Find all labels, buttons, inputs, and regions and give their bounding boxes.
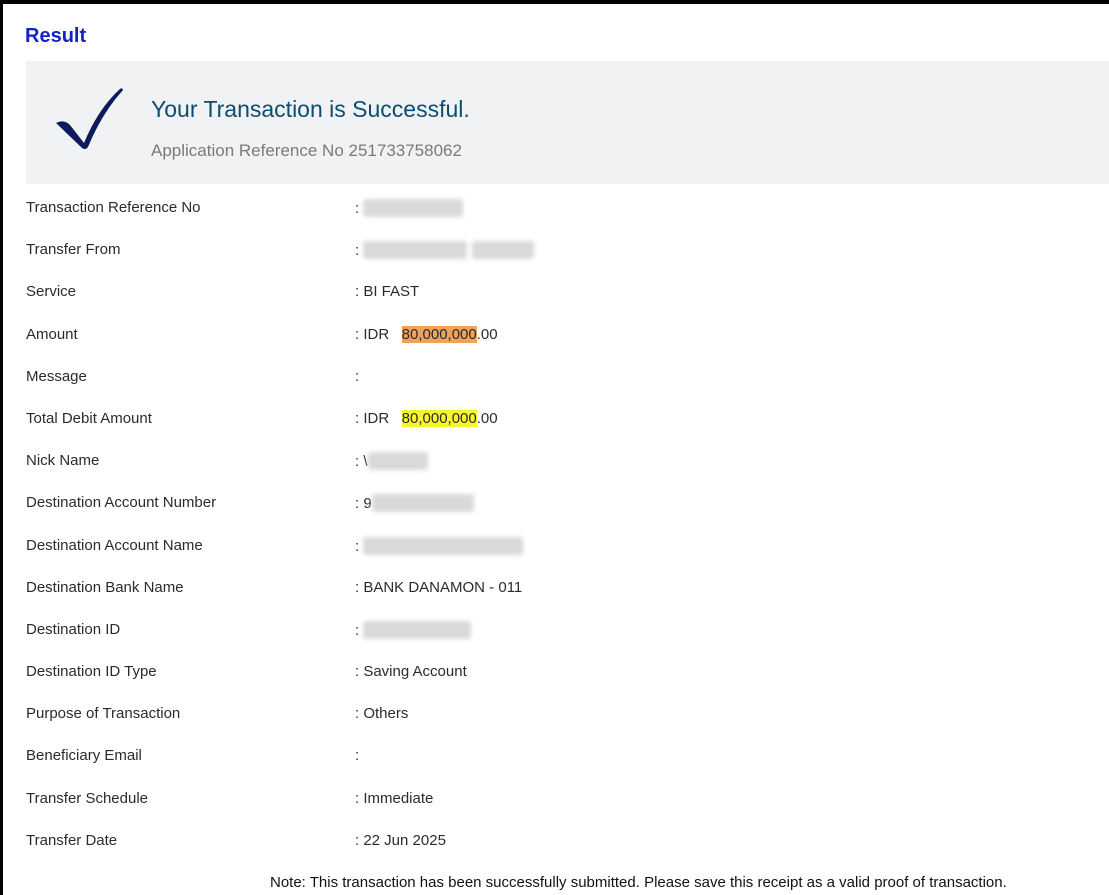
success-panel: Your Transaction is Successful. Applicat… <box>26 61 1109 184</box>
row-value: : IDR 80,000,000.00 <box>355 409 498 427</box>
row-label: Destination Bank Name <box>26 578 184 596</box>
redacted-value <box>371 494 474 513</box>
row-value: : 9 <box>355 494 474 513</box>
detail-row-dest-account-number: Destination Account Number : 9 <box>26 482 1026 524</box>
row-value: : <box>355 747 360 765</box>
row-label: Purpose of Transaction <box>26 705 181 723</box>
row-value: : <box>355 620 472 639</box>
row-value: : IDR 80,000,000.00 <box>355 325 498 343</box>
detail-row-service: Service : BI FAST <box>26 271 1026 313</box>
row-label: Nick Name <box>26 452 100 470</box>
row-value: : BI FAST <box>355 283 420 301</box>
row-value: : <box>355 199 464 217</box>
detail-row-dest-bank-name: Destination Bank Name : BANK DANAMON - 0… <box>26 567 1026 609</box>
row-value: : <box>355 536 524 555</box>
detail-row-dest-account-name: Destination Account Name : <box>26 525 1026 567</box>
detail-row-transfer-schedule: Transfer Schedule : Immediate <box>26 778 1026 820</box>
redacted-value <box>367 452 428 471</box>
row-value: : Saving Account <box>355 663 467 681</box>
transaction-details: Transaction Reference No : Transfer From… <box>26 187 1026 862</box>
redacted-value <box>363 536 524 555</box>
detail-row-message: Message : <box>26 356 1026 398</box>
row-label: Total Debit Amount <box>26 409 152 427</box>
row-value: : 22 Jun 2025 <box>355 831 446 849</box>
row-label: Beneficiary Email <box>26 747 142 765</box>
row-label: Destination ID <box>26 620 121 638</box>
detail-row-amount: Amount : IDR 80,000,000.00 <box>26 314 1026 356</box>
row-label: Transfer Date <box>26 831 118 849</box>
row-value: : BANK DANAMON - 011 <box>355 578 523 596</box>
detail-row-nick-name: Nick Name : \ <box>26 440 1026 482</box>
row-label: Transfer From <box>26 241 121 259</box>
total-debit-highlight: 80,000,000 <box>401 409 477 427</box>
row-label: Transaction Reference No <box>26 199 201 216</box>
row-label: Service <box>26 283 77 301</box>
detail-row-destination-id: Destination ID : <box>26 609 1026 651</box>
success-message: Your Transaction is Successful. <box>151 96 470 122</box>
row-label: Message <box>26 367 87 385</box>
row-value: : Immediate <box>355 789 434 807</box>
redacted-value <box>363 620 472 639</box>
amount-highlight: 80,000,000 <box>401 325 477 343</box>
detail-row-destination-id-type: Destination ID Type : Saving Account <box>26 651 1026 693</box>
detail-row-beneficiary-email: Beneficiary Email : <box>26 735 1026 777</box>
checkmark-icon <box>56 88 123 149</box>
redacted-value <box>363 199 464 217</box>
row-value: : Others <box>355 705 409 723</box>
row-value: : <box>355 241 534 260</box>
redacted-value <box>363 241 468 260</box>
page-title: Result <box>25 25 87 47</box>
receipt-note: Note: This transaction has been successf… <box>270 874 1007 891</box>
row-label: Transfer Schedule <box>26 789 149 807</box>
row-label: Destination Account Name <box>26 536 203 554</box>
detail-row-total-debit: Total Debit Amount : IDR 80,000,000.00 <box>26 398 1026 440</box>
row-value: : \ <box>355 452 428 471</box>
detail-row-transfer-from: Transfer From : <box>26 229 1026 271</box>
redacted-value <box>471 241 534 260</box>
receipt-frame: Result Your Transaction is Successful. A… <box>3 4 1109 895</box>
detail-row-transaction-ref: Transaction Reference No : <box>26 187 1026 229</box>
row-label: Destination Account Number <box>26 494 217 512</box>
row-label: Destination ID Type <box>26 663 157 681</box>
detail-row-transfer-date: Transfer Date : 22 Jun 2025 <box>26 820 1026 862</box>
row-value: : <box>355 367 360 385</box>
application-reference: Application Reference No 251733758062 <box>151 141 462 160</box>
row-label: Amount <box>26 325 78 343</box>
detail-row-purpose: Purpose of Transaction : Others <box>26 693 1026 735</box>
